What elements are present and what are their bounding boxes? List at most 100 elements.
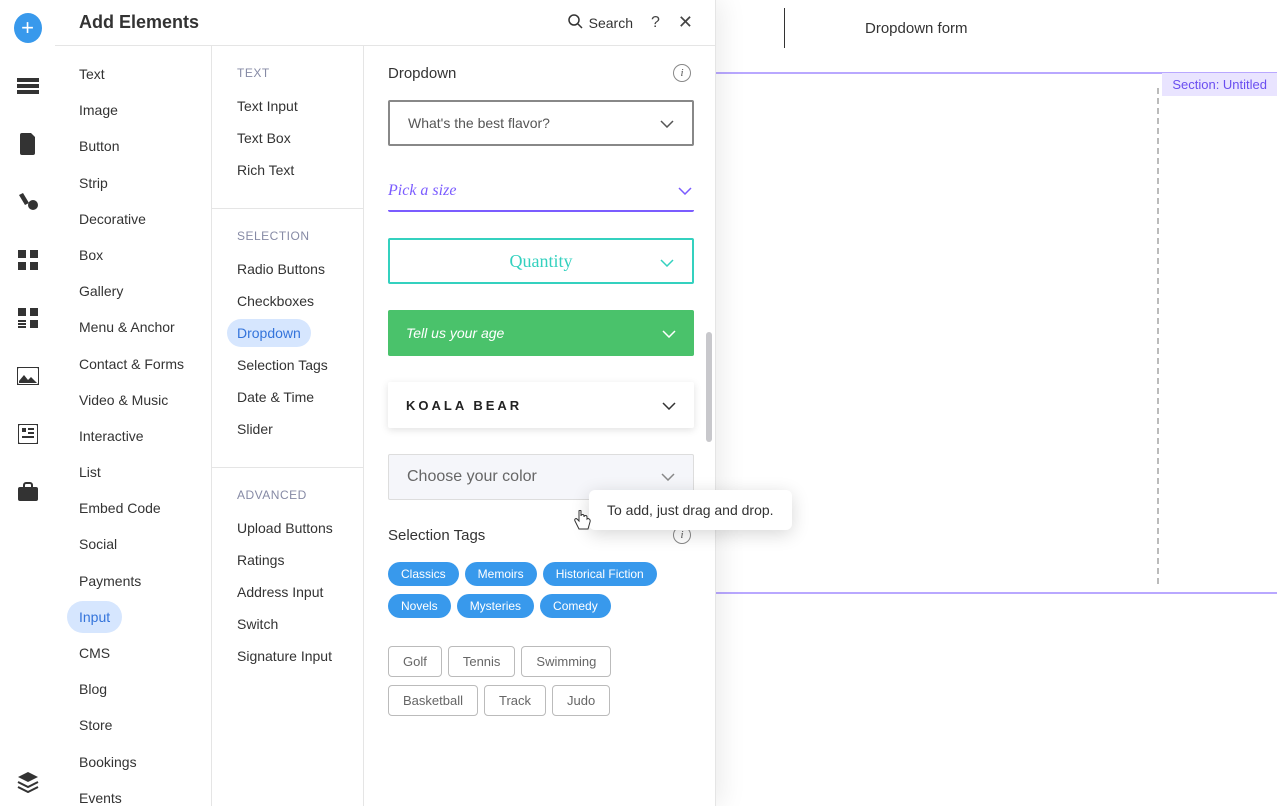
- add-elements-button[interactable]: +: [14, 14, 42, 42]
- dropdown-label: KOALA BEAR: [406, 398, 522, 413]
- category-item[interactable]: Text: [67, 58, 117, 90]
- dropdown-preset-age[interactable]: Tell us your age: [388, 310, 694, 356]
- category-item[interactable]: Button: [67, 130, 131, 162]
- category-item[interactable]: Payments: [67, 565, 153, 597]
- dropdown-preset-koala[interactable]: KOALA BEAR: [388, 382, 694, 428]
- selection-tag[interactable]: Judo: [552, 685, 610, 716]
- category-item[interactable]: Blog: [67, 673, 119, 705]
- layers-icon[interactable]: [14, 768, 42, 796]
- selection-tag[interactable]: Historical Fiction: [543, 562, 657, 586]
- section-frame[interactable]: Section: Untitled: [716, 72, 1277, 594]
- category-item[interactable]: Bookings: [67, 746, 149, 778]
- category-item[interactable]: Menu & Anchor: [67, 311, 187, 343]
- subcategory-item[interactable]: Address Input: [227, 578, 333, 606]
- category-item[interactable]: Input: [67, 601, 122, 633]
- category-item[interactable]: Embed Code: [67, 492, 173, 524]
- scrollbar-thumb[interactable]: [706, 332, 712, 442]
- category-item[interactable]: Store: [67, 709, 124, 741]
- selection-tag[interactable]: Novels: [388, 594, 451, 618]
- subcategory-item[interactable]: Switch: [227, 610, 288, 638]
- chevron-down-icon: [661, 468, 675, 486]
- search-label: Search: [589, 15, 633, 31]
- selection-tag[interactable]: Golf: [388, 646, 442, 677]
- selection-tag[interactable]: Basketball: [388, 685, 478, 716]
- media-icon[interactable]: [14, 362, 42, 390]
- subcategory-item[interactable]: Rich Text: [227, 156, 304, 184]
- chevron-down-icon: [662, 398, 676, 413]
- divider: [784, 8, 785, 48]
- subcategory-heading: TEXT: [237, 66, 345, 80]
- dropdown-label: Pick a size: [388, 182, 456, 200]
- subcategory-item[interactable]: Signature Input: [227, 642, 342, 670]
- subcategory-item[interactable]: Radio Buttons: [227, 255, 335, 283]
- dropdown-label: Tell us your age: [406, 325, 504, 341]
- info-icon[interactable]: i: [673, 64, 691, 82]
- subcategory-item[interactable]: Slider: [227, 415, 283, 443]
- category-item[interactable]: Box: [67, 239, 115, 271]
- apps-icon[interactable]: [14, 246, 42, 274]
- dropdown-label: Choose your color: [407, 468, 537, 486]
- subcategory-item[interactable]: Dropdown: [227, 319, 311, 347]
- business-icon[interactable]: [14, 478, 42, 506]
- search-icon: [567, 13, 583, 32]
- drag-tooltip: To add, just drag and drop.: [589, 490, 792, 530]
- selection-tags-preset-outline[interactable]: GolfTennisSwimming BasketballTrackJudo: [388, 646, 694, 724]
- subcategory-item[interactable]: Checkboxes: [227, 287, 324, 315]
- subcategory-item[interactable]: Date & Time: [227, 383, 324, 411]
- category-item[interactable]: Contact & Forms: [67, 348, 196, 380]
- panel-search[interactable]: Search: [567, 13, 633, 32]
- dropdown-section-title: Dropdown: [388, 65, 456, 82]
- category-item[interactable]: Interactive: [67, 420, 156, 452]
- subcategory-item[interactable]: Text Box: [227, 124, 301, 152]
- plus-icon: +: [14, 13, 42, 43]
- selection-tag[interactable]: Memoirs: [465, 562, 537, 586]
- selection-tags-section-title: Selection Tags: [388, 527, 485, 544]
- subcategory-list: TEXT Text Input Text Box Rich Text SELECTION…: [212, 46, 364, 806]
- selection-tag[interactable]: Swimming: [521, 646, 611, 677]
- category-item[interactable]: Decorative: [67, 203, 158, 235]
- page-tab-label[interactable]: Dropdown form: [865, 20, 968, 37]
- selection-tags-preset-blue[interactable]: ClassicsMemoirsHistorical Fiction NovelsM…: [388, 562, 694, 626]
- element-preview-column: Dropdown i What's the best flavor? Pick …: [364, 46, 715, 806]
- category-item[interactable]: Strip: [67, 167, 120, 199]
- dropdown-preset-quantity[interactable]: Quantity: [388, 238, 694, 284]
- editor-canvas: Dropdown form Section: Untitled: [716, 0, 1277, 806]
- category-item[interactable]: Gallery: [67, 275, 135, 307]
- chevron-down-icon: [662, 325, 676, 341]
- category-item[interactable]: Social: [67, 528, 129, 560]
- panel-title: Add Elements: [79, 12, 199, 33]
- chevron-down-icon: [660, 115, 674, 131]
- dropdown-preset-flavor[interactable]: What's the best flavor?: [388, 100, 694, 146]
- sections-icon[interactable]: [14, 72, 42, 100]
- add-elements-panel: Add Elements Search ? ✕ Text Image Button S…: [55, 0, 716, 806]
- category-item[interactable]: Image: [67, 94, 130, 126]
- subcategory-heading: SELECTION: [237, 229, 345, 243]
- subcategory-item[interactable]: Text Input: [227, 92, 308, 120]
- help-icon[interactable]: ?: [651, 14, 660, 32]
- selection-tag[interactable]: Classics: [388, 562, 459, 586]
- category-item[interactable]: List: [67, 456, 113, 488]
- category-item[interactable]: Video & Music: [67, 384, 180, 416]
- selection-tag[interactable]: Mysteries: [457, 594, 534, 618]
- dropdown-label: Quantity: [510, 251, 573, 272]
- section-label[interactable]: Section: Untitled: [1162, 73, 1277, 96]
- content-icon[interactable]: [14, 420, 42, 448]
- selection-tag[interactable]: Tennis: [448, 646, 516, 677]
- close-icon[interactable]: ✕: [678, 12, 693, 33]
- design-icon[interactable]: [14, 188, 42, 216]
- subcategory-item[interactable]: Upload Buttons: [227, 514, 343, 542]
- category-list: Text Image Button Strip Decorative Box Gallery…: [55, 46, 212, 806]
- category-item[interactable]: CMS: [67, 637, 122, 669]
- pages-icon[interactable]: [14, 130, 42, 158]
- subcategory-item[interactable]: Ratings: [227, 546, 294, 574]
- subcategory-heading: ADVANCED: [237, 488, 345, 502]
- dropdown-preset-size[interactable]: Pick a size: [388, 172, 694, 212]
- selection-tag[interactable]: Comedy: [540, 594, 611, 618]
- layout-icon[interactable]: [14, 304, 42, 332]
- selection-tag[interactable]: Track: [484, 685, 546, 716]
- chevron-down-icon: [660, 251, 674, 272]
- category-item[interactable]: Events: [67, 782, 134, 806]
- chevron-down-icon: [678, 182, 692, 200]
- panel-header: Add Elements Search ? ✕: [55, 0, 715, 46]
- subcategory-item[interactable]: Selection Tags: [227, 351, 338, 379]
